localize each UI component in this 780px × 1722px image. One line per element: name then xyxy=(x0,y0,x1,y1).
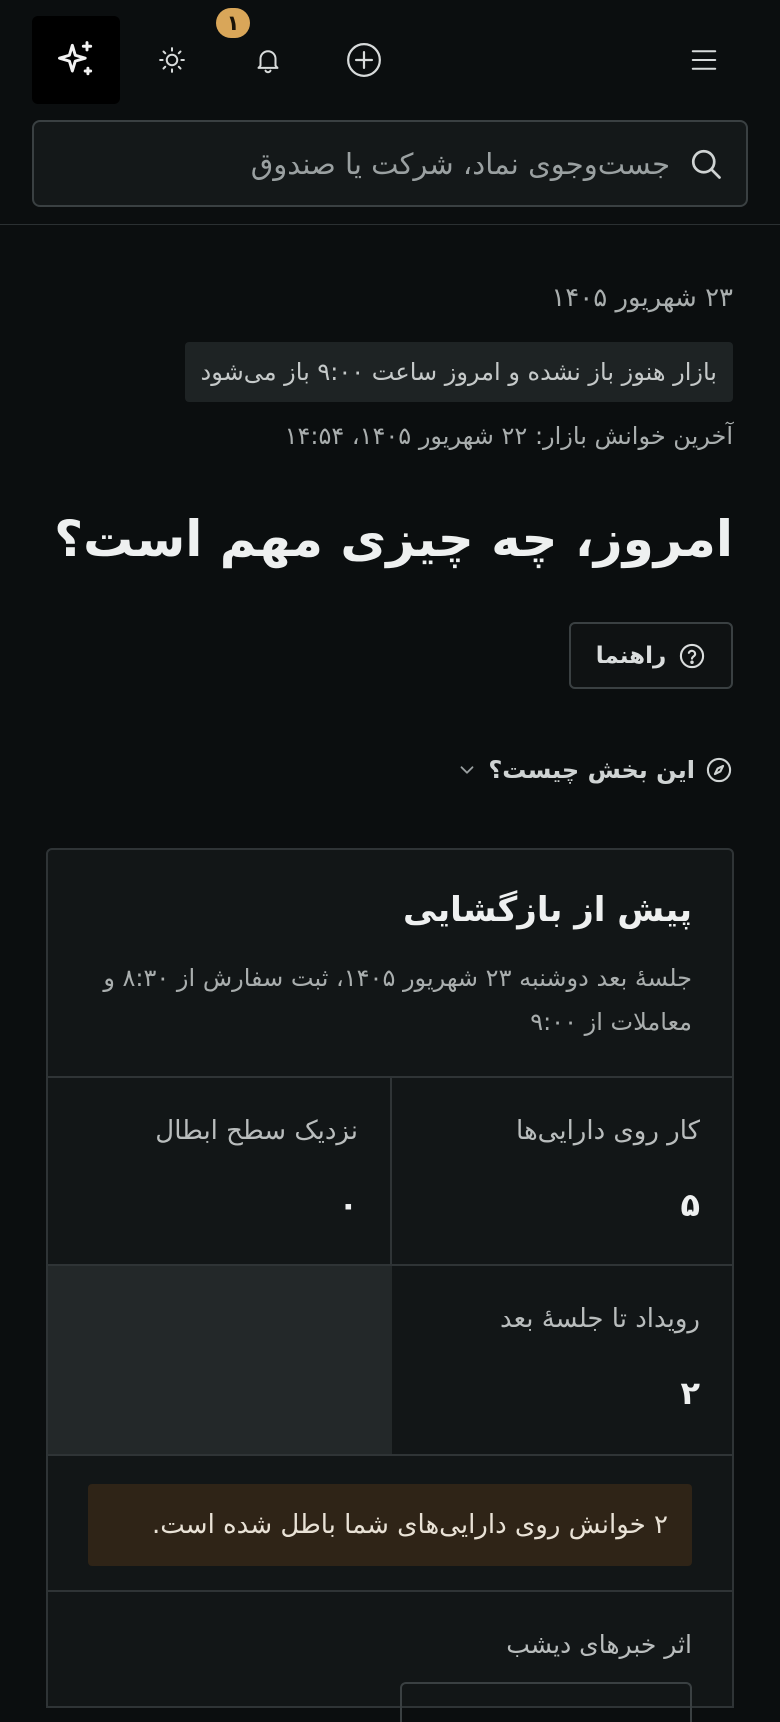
notifications-button[interactable] xyxy=(244,30,292,90)
section-info-label: این بخش چیست؟ xyxy=(488,756,695,784)
search-icon xyxy=(691,149,721,179)
card-subtitle: جلسهٔ بعد دوشنبه ۲۳ شهریور ۱۴۰۵، ثبت سفا… xyxy=(103,964,692,1036)
compass-icon xyxy=(706,757,732,783)
top-bar: ۱ xyxy=(0,0,780,225)
divider xyxy=(48,1454,732,1456)
menu-button[interactable] xyxy=(680,30,728,90)
ai-assistant-button[interactable] xyxy=(32,16,120,104)
stat-value: ۲ xyxy=(680,1374,700,1412)
bell-icon xyxy=(257,50,279,74)
stat-label: رویداد تا جلسهٔ بعد xyxy=(500,1304,700,1334)
empty-stat-cell xyxy=(48,1266,392,1454)
stat-label: کار روی دارایی‌ها xyxy=(516,1116,700,1146)
stat-cell-invalidation[interactable]: نزدیک سطح ابطال ۰ xyxy=(48,1078,390,1266)
stat-value: ۰ xyxy=(338,1186,358,1224)
last-market-read: آخرین خوانش بازار: ۲۲ شهریور ۱۴۰۵، ۱۴:۵۴ xyxy=(284,422,733,450)
search-input[interactable] xyxy=(34,146,670,181)
stat-label: نزدیک سطح ابطال xyxy=(155,1116,358,1146)
theme-toggle-button[interactable] xyxy=(148,30,196,90)
guide-label: راهنما xyxy=(595,642,667,669)
notification-count-badge: ۱ xyxy=(216,8,250,38)
divider xyxy=(48,1590,732,1592)
pre-open-card: پیش از بازگشایی جلسهٔ بعد دوشنبه ۲۳ شهری… xyxy=(46,848,734,1722)
stat-value: ۵ xyxy=(680,1186,700,1224)
sparkles-icon xyxy=(58,41,93,76)
market-status-banner: بازار هنوز باز نشده و امروز ساعت ۹:۰۰ با… xyxy=(184,342,733,402)
stat-cell-events[interactable]: رویداد تا جلسهٔ بعد ۲ xyxy=(392,1266,732,1454)
section-info-toggle[interactable]: این بخش چیست؟ xyxy=(456,756,733,784)
page-title: امروز، چه چیزی مهم است؟ xyxy=(54,510,733,568)
current-date: ۲۳ شهریور ۱۴۰۵ xyxy=(551,283,733,313)
invalidated-warning: ۲ خوانش روی دارایی‌های شما باطل شده است. xyxy=(88,1484,692,1566)
menu-icon xyxy=(691,50,717,70)
stat-cell-assets[interactable]: کار روی دارایی‌ها ۵ xyxy=(392,1078,732,1266)
plus-circle-icon xyxy=(347,43,381,77)
sun-icon xyxy=(159,47,185,73)
card-title: پیش از بازگشایی xyxy=(402,890,692,930)
search-bar[interactable] xyxy=(32,120,748,207)
overnight-news-label: اثر خبرهای دیشب xyxy=(506,1630,692,1659)
chevron-down-icon xyxy=(460,766,474,774)
card-header: پیش از بازگشایی جلسهٔ بعد دوشنبه ۲۳ شهری… xyxy=(88,890,692,1044)
guide-button[interactable]: راهنما xyxy=(569,622,733,689)
help-circle-icon xyxy=(680,643,705,668)
overnight-news-box xyxy=(400,1682,692,1722)
add-button[interactable] xyxy=(340,30,388,90)
